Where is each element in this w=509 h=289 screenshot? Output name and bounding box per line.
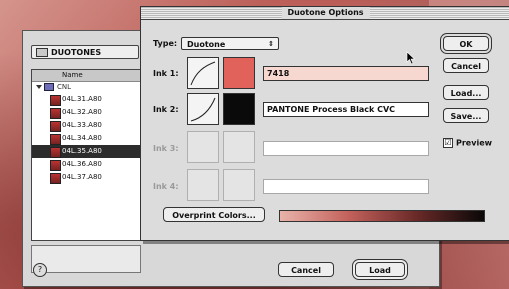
curve-icon [190,97,216,122]
file-list-item[interactable]: 04L.31.A80 [32,93,140,106]
ok-button[interactable]: OK [443,36,489,51]
document-icon [50,147,61,158]
file-name: 04L.35.A80 [62,147,102,155]
document-icon [50,108,61,119]
help-icon[interactable]: ? [33,263,47,277]
ink3-curve-button[interactable] [187,131,219,163]
file-info-area [31,245,141,273]
curve-icon [190,61,216,86]
folder-name: DUOTONES [51,48,102,57]
ink3-name-field[interactable] [263,141,429,156]
ink2-label: Ink 2: [153,105,179,114]
overprint-colors-button[interactable]: Overprint Colors... [163,207,265,222]
preview-checkbox[interactable]: ☑ Preview [443,138,492,149]
ink4-color-swatch[interactable] [223,169,255,201]
preview-label: Preview [456,138,493,148]
folder-popup[interactable]: DUOTONES [31,45,139,59]
document-icon [50,160,61,171]
cancel-load-button[interactable]: Cancel [278,262,334,277]
file-list-item[interactable]: 04L.34.A80 [32,132,140,145]
ink2-name-field[interactable]: PANTONE Process Black CVC [263,102,429,117]
ink2-color-swatch[interactable] [223,93,255,125]
dialog-title: Duotone Options [281,7,370,19]
ink3-label: Ink 3: [153,144,179,153]
file-list-item[interactable]: 04L.37.A80 [32,171,140,184]
disk-icon [44,83,54,91]
list-item-root[interactable]: CNL [32,82,140,93]
file-name: 04L.36.A80 [62,160,102,168]
ink4-label: Ink 4: [153,182,179,191]
type-value: Duotone [187,40,226,49]
ink2-curve-button[interactable] [187,93,219,125]
file-name: 04L.33.A80 [62,121,102,129]
ink1-name-field[interactable]: 7418 [263,66,429,81]
ink1-label: Ink 1: [153,69,179,78]
ink4-name-field[interactable] [263,179,429,194]
disclosure-triangle-icon[interactable] [36,85,42,89]
document-icon [50,173,61,184]
ink3-color-swatch[interactable] [223,131,255,163]
document-icon [50,134,61,145]
file-list-item[interactable]: 04L.32.A80 [32,106,140,119]
type-label: Type: [153,39,178,48]
file-list[interactable]: Name CNL 04L.31.A80 04L.32.A80 04L.33.A80 0… [31,69,141,241]
file-name: 04L.31.A80 [62,95,102,103]
load-settings-button[interactable]: Load... [443,85,489,100]
file-name: 04L.34.A80 [62,134,102,142]
cancel-button[interactable]: Cancel [443,58,489,73]
title-bar[interactable]: Duotone Options [141,7,509,20]
folder-icon [36,48,48,57]
type-select[interactable]: Duotone ⇕ [181,37,279,50]
file-name: 04L.37.A80 [62,173,102,181]
file-rows: 04L.31.A80 04L.32.A80 04L.33.A80 04L.34.A80… [32,93,140,184]
checkbox-checked-icon[interactable]: ☑ [443,138,453,148]
document-icon [50,121,61,132]
file-name: 04L.32.A80 [62,108,102,116]
color-ramp-bar [279,210,485,222]
ink1-color-swatch[interactable] [223,57,255,89]
document-icon [50,95,61,106]
arrow-cursor-icon [406,51,416,65]
updown-arrows-icon: ⇕ [268,40,274,48]
file-list-item[interactable]: 04L.35.A80 [32,145,140,158]
file-list-item[interactable]: 04L.33.A80 [32,119,140,132]
list-header-name[interactable]: Name [32,70,140,82]
save-settings-button[interactable]: Save... [443,108,489,123]
ink1-curve-button[interactable] [187,57,219,89]
file-list-item[interactable]: 04L.36.A80 [32,158,140,171]
load-button[interactable]: Load [355,262,405,277]
duotone-options-dialog: Duotone Options Type: Duotone ⇕ Ink 1: 7… [140,6,509,241]
ink4-curve-button[interactable] [187,169,219,201]
